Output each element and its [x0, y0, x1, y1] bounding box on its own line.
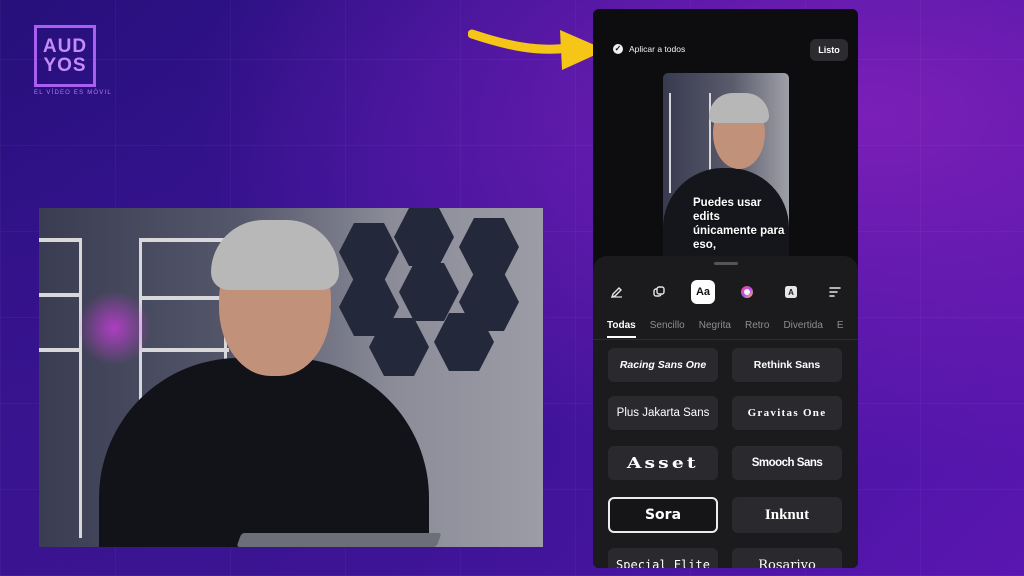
font-option-plus-jakarta-sans[interactable]: Plus Jakarta Sans [608, 396, 718, 430]
text-background-label: A [788, 287, 794, 297]
font-option-label: Asset [627, 454, 699, 472]
layers-icon[interactable] [647, 280, 671, 304]
font-option-inknut[interactable]: Inknut [732, 497, 842, 533]
text-style-label: Aa [695, 286, 711, 298]
style-toolbar: Aa A [593, 280, 858, 308]
logo-line-2: YOS [43, 55, 87, 76]
done-button[interactable]: Listo [810, 39, 848, 61]
brand-logo: AUD YOS [34, 25, 96, 87]
shelf [39, 348, 81, 352]
phone-screen: ✓ Aplicar a todos Listo Puedes usar edit… [593, 9, 858, 568]
tab-negrita[interactable]: Negrita [699, 320, 731, 331]
text-style-sheet: Aa A Todas Sencillo Negrita Retro Divert… [593, 256, 858, 568]
tabs-divider [593, 339, 858, 340]
pen-icon[interactable] [605, 280, 629, 304]
font-option-special-elite[interactable]: Special Elite [608, 548, 718, 568]
acoustic-panel [459, 218, 519, 276]
font-option-label: Special Elite [616, 558, 710, 568]
font-option-label: Smooch Sans [751, 457, 823, 469]
font-option-label: Sora [644, 507, 682, 523]
font-option-asset[interactable]: Asset [608, 446, 718, 480]
acoustic-panel [394, 208, 454, 266]
font-option-label: Rosarivo [758, 557, 816, 569]
font-category-tabs: Todas Sencillo Negrita Retro Divertida E [607, 320, 844, 338]
shelf [139, 238, 229, 242]
color-wheel-icon[interactable] [735, 280, 759, 304]
acoustic-panel [339, 223, 399, 281]
shelf [139, 348, 229, 352]
top-bar: ✓ Aplicar a todos Listo [593, 9, 858, 69]
tablet [236, 533, 442, 547]
purple-light [79, 288, 149, 368]
pointer-arrow-icon [468, 29, 606, 70]
tab-more[interactable]: E [837, 320, 844, 331]
apply-to-all-toggle[interactable]: ✓ Aplicar a todos [613, 44, 685, 54]
video-preview[interactable]: Puedes usar edits únicamente para eso, [663, 73, 789, 263]
shelf-post [79, 238, 82, 538]
font-option-label: Inknut [764, 506, 810, 523]
text-background-icon[interactable]: A [779, 280, 803, 304]
tab-divertida[interactable]: Divertida [783, 320, 822, 331]
caption-text[interactable]: Puedes usar edits únicamente para eso, [693, 196, 785, 252]
shelf [39, 238, 81, 242]
sheet-drag-handle[interactable] [714, 262, 738, 265]
font-option-label: Gravitas One [747, 407, 827, 419]
text-style-icon[interactable]: Aa [691, 280, 715, 304]
acoustic-panel [399, 263, 459, 321]
font-option-rethink-sans[interactable]: Rethink Sans [732, 348, 842, 382]
font-option-gravitas-one[interactable]: Gravitas One [732, 396, 842, 430]
logo-tagline: EL VÍDEO ES MÓVIL [34, 90, 112, 96]
tab-retro[interactable]: Retro [745, 320, 769, 331]
font-option-sora[interactable]: Sora [608, 497, 718, 533]
font-option-smooch-sans[interactable]: Smooch Sans [732, 446, 842, 480]
preview-presenter-hair [709, 93, 769, 123]
align-icon[interactable] [823, 280, 847, 304]
presenter-hair [211, 220, 339, 290]
shelf [139, 296, 229, 300]
font-option-rosarivo[interactable]: Rosarivo [732, 548, 842, 568]
font-option-label: Plus Jakarta Sans [616, 407, 710, 419]
presenter-video [39, 208, 543, 547]
font-option-label: Rethink Sans [753, 359, 821, 371]
logo-line-1: AUD [42, 36, 88, 57]
tab-sencillo[interactable]: Sencillo [650, 320, 685, 331]
presenter-body [99, 358, 429, 547]
apply-to-all-label: Aplicar a todos [629, 44, 686, 54]
font-option-label: Racing Sans One [619, 359, 707, 371]
shelf [39, 293, 81, 297]
check-circle-icon: ✓ [613, 44, 623, 54]
font-option-racing-sans-one[interactable]: Racing Sans One [608, 348, 718, 382]
tab-todas[interactable]: Todas [607, 320, 636, 338]
